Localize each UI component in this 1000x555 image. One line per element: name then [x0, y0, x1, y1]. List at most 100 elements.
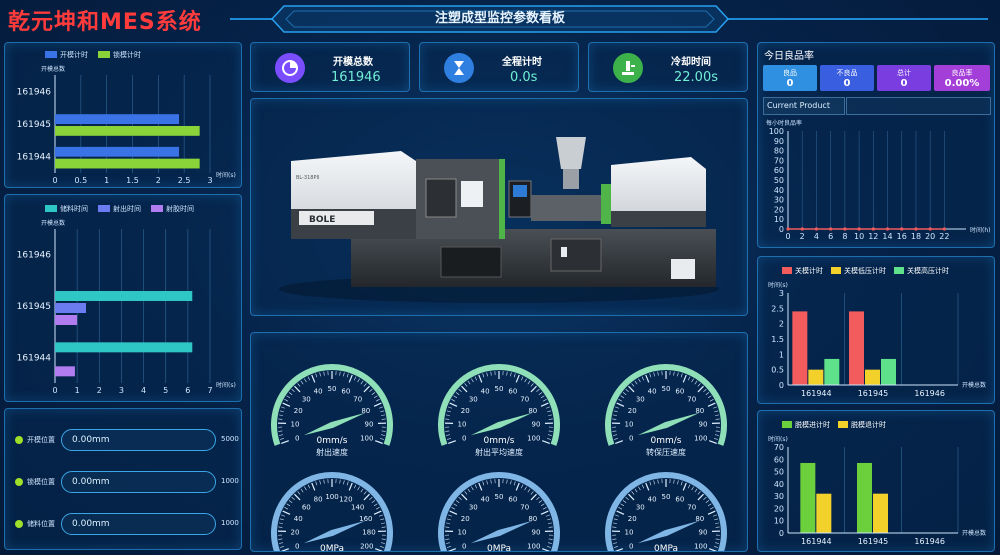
param-dot [15, 520, 23, 528]
data-point [857, 227, 861, 231]
gauge-tick [461, 385, 468, 393]
gauge-tick-label: 0 [462, 543, 466, 551]
gauge-tick [455, 392, 460, 396]
tab-current-product[interactable]: Current Product [763, 97, 845, 115]
defect-count-box: 不良品 0 [820, 65, 874, 91]
y-tick-label: 20 [774, 205, 784, 214]
gauge-tick [513, 373, 516, 378]
gauge-tick [615, 548, 623, 553]
pie-icon [275, 53, 305, 83]
gauge-tick [713, 514, 717, 517]
gauge-tick-label: 30 [469, 395, 478, 403]
gauge-tick [714, 542, 720, 544]
gauge-tick [540, 395, 545, 399]
gauge-tick [474, 376, 478, 381]
gauge-tick [307, 376, 311, 381]
gauge-tick-label: 30 [469, 503, 478, 511]
gauge-tick [478, 482, 483, 491]
gauge-tick-label: 20 [628, 515, 637, 523]
kpi-card-total-molds: 开模总数 161946 [250, 42, 410, 92]
gauge-tick-label: 20 [628, 407, 637, 415]
y-tick-label: 70 [774, 156, 784, 165]
bar [55, 366, 75, 377]
gauge-tick-label: 60 [508, 388, 517, 396]
gauge-tick [714, 546, 719, 548]
gauge-tick [618, 399, 623, 402]
storage-position-field[interactable]: 0.00mm [61, 513, 216, 535]
gauge-tick [348, 482, 353, 491]
gauge-tick [360, 380, 364, 385]
panel-injection-timing: 储料时间 射出时间 射胶时间 开模总数 0 1 2 3 4 5 6 7 时间(s) 161946 16194… [4, 194, 242, 402]
gauge-tick [542, 399, 547, 402]
bar [808, 369, 824, 385]
legend-label: 储料时间 [60, 204, 88, 213]
gauge-tick-label: 90 [532, 529, 541, 537]
gauge-tick [453, 395, 458, 399]
mold-open-position-field[interactable]: 0.00mm [61, 429, 216, 451]
legend-swatch [782, 267, 792, 274]
gauge-tick [458, 388, 462, 393]
param-label: 储料位置 [27, 520, 55, 528]
bar [849, 311, 864, 385]
kpi-value: 22.00s [674, 70, 718, 85]
x-tick-label: 6 [185, 386, 190, 395]
stat-label: 良品率 [951, 69, 973, 77]
gauge-tick [448, 440, 456, 445]
clamp-position-field[interactable]: 0.00mm [61, 471, 216, 493]
y-tick-label: 50 [774, 468, 784, 477]
legend-swatch [45, 205, 57, 212]
gauge-tick-label: 100 [694, 435, 707, 443]
gauge-tick-label: 60 [675, 388, 684, 396]
gauge-tick [464, 383, 468, 387]
gauge-tick [641, 484, 645, 489]
gauge-tick [353, 484, 357, 489]
header-line-left [230, 18, 272, 20]
gauge-tick-label: 0 [629, 543, 633, 551]
legend-swatch [894, 267, 904, 274]
gauge-tick [445, 434, 451, 436]
gauge-tick [319, 372, 321, 377]
gauge-tick-label: 90 [699, 529, 708, 537]
gauge-tick [381, 414, 386, 416]
gauge-tick-label: 140 [351, 503, 364, 511]
x-tick-label: 18 [911, 232, 921, 241]
gauge-tick [530, 385, 537, 393]
gauge-tick [278, 522, 283, 524]
gauge-label: 转保压速度 [646, 447, 686, 457]
gauge-tick [282, 510, 291, 515]
panel-eject-timing: 脱模进计时 脱模退计时 时间(s) 0 10 20 30 40 50 60 70 161944 1619… [757, 410, 995, 552]
y-tick-label: 30 [774, 196, 784, 205]
gauge-tick [510, 480, 512, 485]
gauge-tick-label: 0 [629, 435, 633, 443]
param-dot [15, 436, 23, 444]
gauge-tick [527, 380, 531, 385]
bar [865, 369, 880, 385]
gauge-tick [625, 388, 629, 393]
gauge-tick [515, 482, 520, 491]
bar [881, 358, 896, 385]
gauge-tick [703, 388, 707, 393]
gauge-tick [381, 522, 386, 524]
gauge-tick [278, 542, 284, 544]
y-tick-label: 100 [769, 127, 784, 136]
gauge-tick [315, 373, 318, 378]
gauge-needle [637, 520, 700, 544]
legend-label: 锁模计时 [113, 50, 141, 59]
legend-label: 射出时间 [113, 204, 141, 213]
gauge-tick [379, 406, 383, 409]
gauge-tick-label: 40 [481, 388, 490, 396]
injection-machine-image: BOLE BL-318PII [279, 137, 719, 303]
kpi-card-cooling-time: 冷却时间 22.00s [588, 42, 748, 92]
param-label: 开模位置 [27, 436, 55, 444]
gauge-tick [380, 546, 385, 548]
y-tick-label: 60 [774, 455, 784, 464]
gauge-tick-label: 50 [495, 385, 504, 393]
y-tick-label: 10 [774, 215, 784, 224]
x-tick-label: 2 [800, 232, 805, 241]
total-count-box: 总计 0 [877, 65, 931, 91]
gauge-tick [369, 388, 373, 393]
gauge-tick [373, 395, 378, 399]
gauge-tick [649, 481, 652, 486]
gauge-tick [288, 500, 293, 504]
gauge-tick [464, 491, 468, 495]
